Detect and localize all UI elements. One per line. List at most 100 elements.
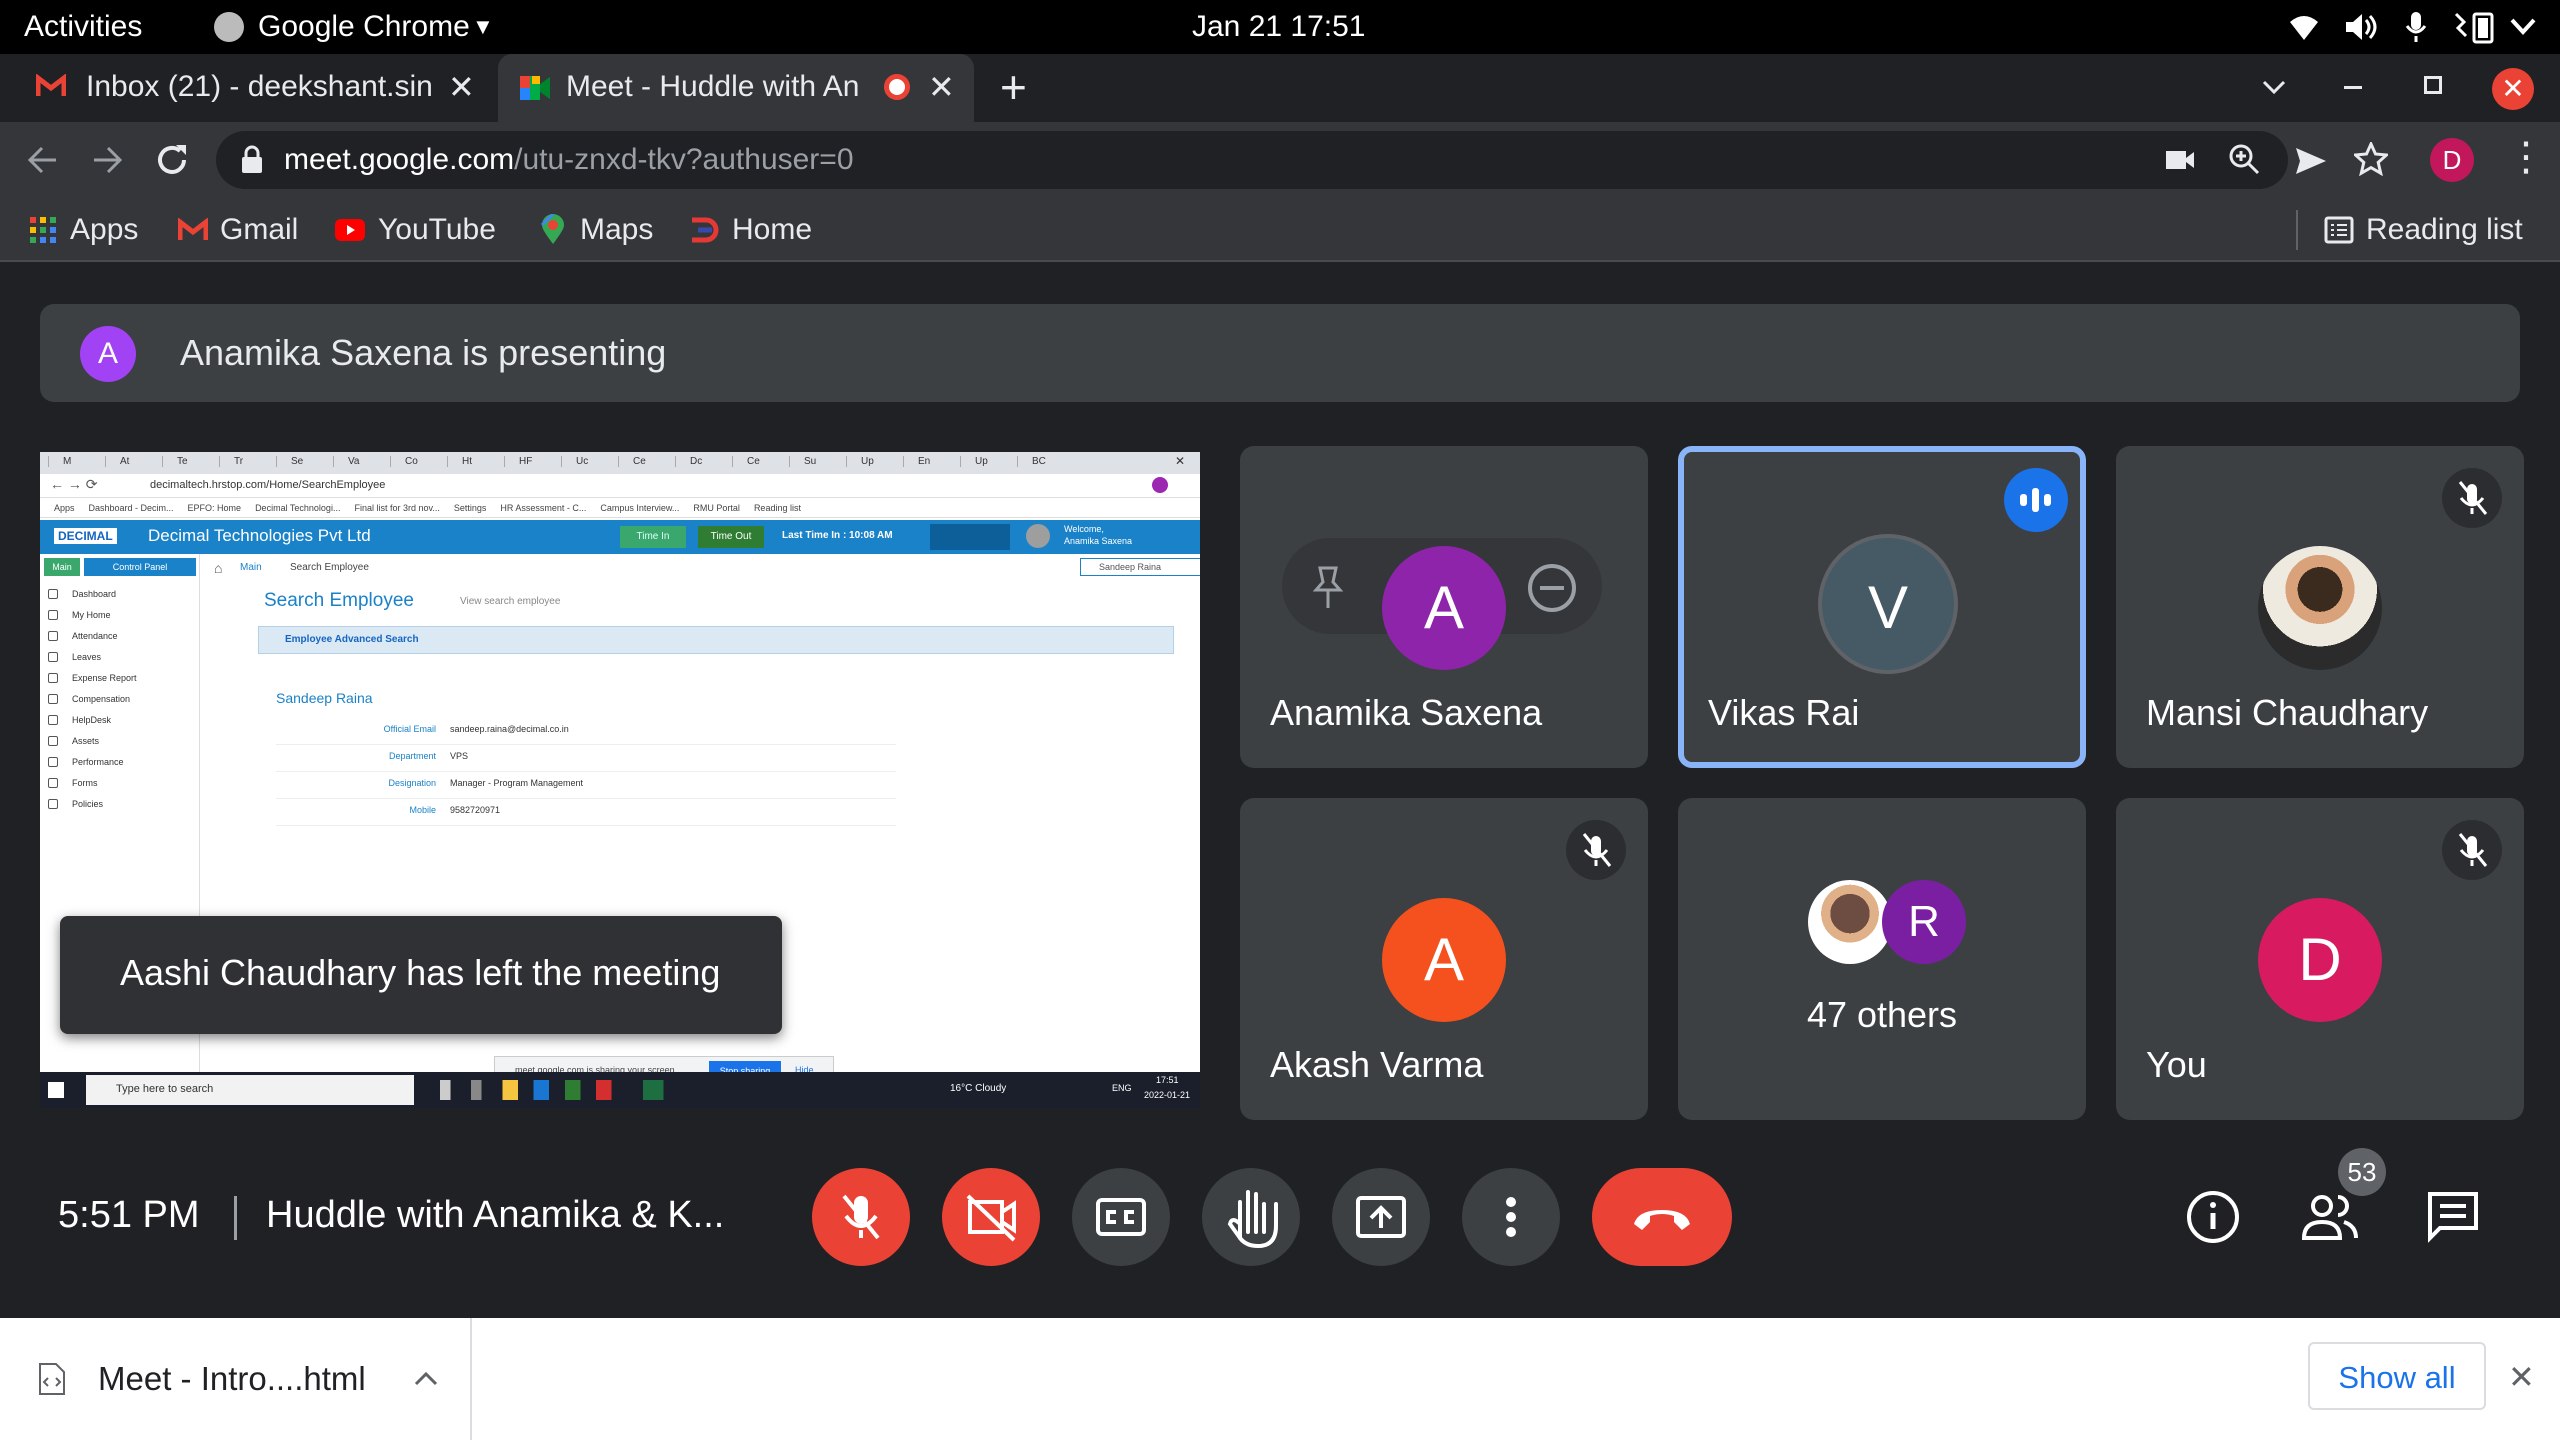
reading-list-button[interactable]: Reading list — [2324, 208, 2523, 252]
menu-item-icon — [48, 589, 58, 599]
presenting-banner: A Anamika Saxena is presenting — [40, 304, 2520, 402]
forward-icon[interactable] — [90, 144, 124, 176]
presentation-screen[interactable]: M At Te Tr Se Va Co Ht HF Uc Ce Dc Ce Su Up En Up BC ✕ ← … — [40, 452, 1200, 1108]
bookmark-label: Home — [732, 213, 813, 246]
participants-button[interactable] — [2298, 1186, 2362, 1246]
bookmark-gmail[interactable]: Gmail — [178, 208, 298, 252]
reading-list-icon — [2324, 216, 2354, 244]
employee-name: Sandeep Raina — [276, 690, 373, 706]
camera-icon[interactable] — [2164, 145, 2196, 175]
hrms-menu-item: Dashboard — [40, 584, 200, 605]
address-bar[interactable]: meet.google.com/utu-znxd-tkv?authuser=0 — [216, 131, 2288, 189]
hrms-menu-item: Compensation — [40, 689, 200, 710]
mic-toggle-button[interactable] — [812, 1168, 910, 1266]
hand-icon — [1227, 1190, 1278, 1249]
system-menu-icon[interactable] — [2508, 14, 2538, 38]
menu-item-label: My Home — [72, 610, 111, 620]
menu-item-label: Assets — [72, 736, 100, 746]
menu-item-icon — [48, 652, 58, 662]
muted-icon — [1566, 820, 1626, 880]
shared-tab: Up — [846, 456, 898, 467]
tab-search-icon[interactable] — [2262, 80, 2286, 96]
url-text[interactable]: meet.google.com/utu-znxd-tkv?authuser=0 — [284, 143, 854, 177]
participant-name: Mansi Chaudhary — [2146, 692, 2429, 733]
meeting-title[interactable]: Huddle with Anamika & K... — [266, 1194, 724, 1237]
reload-icon[interactable] — [154, 142, 190, 178]
shared-tab: En — [903, 456, 955, 467]
muted-icon — [2442, 820, 2502, 880]
hrms-menu-item: HelpDesk — [40, 710, 200, 731]
pin-icon[interactable] — [1308, 564, 1348, 612]
microphone-icon[interactable] — [2404, 10, 2428, 44]
participant-avatar: V — [1818, 534, 1958, 674]
maps-icon — [540, 214, 564, 244]
remove-icon[interactable] — [1526, 562, 1578, 614]
bookmark-youtube[interactable]: YouTube — [334, 208, 496, 252]
wifi-icon[interactable] — [2288, 12, 2320, 42]
shared-tab: Te — [162, 456, 214, 467]
shared-close-icon: ✕ — [1175, 454, 1186, 468]
participant-count-badge: 53 — [2338, 1148, 2386, 1196]
shared-tab: HF — [504, 456, 556, 467]
back-icon[interactable] — [26, 144, 60, 176]
participant-tile-akash[interactable]: A Akash Varma — [1240, 798, 1648, 1120]
zoom-icon[interactable] — [2228, 143, 2260, 177]
field-value: sandeep.raina@decimal.co.in — [450, 724, 569, 734]
restore-icon[interactable] — [2424, 76, 2442, 94]
app-menu[interactable]: Google Chrome — [258, 10, 470, 44]
menu-item-label: Policies — [72, 799, 104, 809]
toast-text: Aashi Chaudhary has left the meeting — [120, 952, 721, 993]
new-tab-button[interactable]: + — [1000, 60, 1027, 114]
tab-close-icon[interactable]: ✕ — [928, 68, 955, 106]
minimize-icon[interactable] — [2344, 86, 2362, 89]
bookmark-label: Gmail — [220, 213, 299, 246]
bookmark-apps[interactable]: Apps — [28, 208, 138, 252]
close-window-icon[interactable]: ✕ — [2492, 68, 2534, 110]
volume-icon[interactable] — [2344, 12, 2378, 42]
battery-icon[interactable] — [2450, 10, 2500, 44]
hang-up-icon — [1634, 1210, 1690, 1230]
chat-icon[interactable] — [2424, 1188, 2482, 1246]
others-count: 47 others — [1806, 994, 1958, 1035]
close-shelf-icon[interactable]: ✕ — [2508, 1358, 2535, 1396]
speaking-indicator-icon — [2004, 468, 2068, 532]
field-key: Official Email — [383, 724, 436, 734]
field-key: Designation — [388, 778, 436, 788]
leave-call-button[interactable] — [1592, 1168, 1732, 1266]
tab-close-icon[interactable]: ✕ — [448, 68, 475, 106]
raise-hand-button[interactable] — [1202, 1168, 1300, 1266]
bookmark-maps[interactable]: Maps — [538, 208, 653, 252]
profile-avatar[interactable]: D — [2430, 138, 2474, 182]
employee-field-row: Department VPS — [276, 745, 896, 772]
captions-button[interactable] — [1072, 1168, 1170, 1266]
shared-tab: Se — [276, 456, 328, 467]
participant-tile-you[interactable]: D You — [2116, 798, 2524, 1120]
url-host: meet.google.com — [284, 143, 515, 176]
hrms-menu-item: Expense Report — [40, 668, 200, 689]
time-out-button: Time Out — [698, 526, 764, 548]
shared-tab: Dc — [675, 456, 727, 467]
bookmark-home[interactable]: Home — [690, 208, 812, 252]
participant-tile-vikas[interactable]: V Vikas Rai — [1678, 446, 2086, 768]
tab-meet[interactable]: Meet - Huddle with An ✕ — [498, 54, 974, 122]
bookmark-star-icon[interactable] — [2354, 142, 2388, 176]
camera-toggle-button[interactable] — [942, 1168, 1040, 1266]
send-tab-icon[interactable] — [2294, 146, 2328, 176]
clock[interactable]: Jan 21 17:51 — [1192, 10, 1365, 44]
chevron-up-icon[interactable] — [414, 1370, 438, 1386]
hrms-menu-item: Policies — [40, 794, 200, 815]
download-item[interactable]: Meet - Intro....html — [0, 1318, 472, 1440]
activities-button[interactable]: Activities — [24, 10, 142, 44]
participant-tile-others[interactable]: R 47 others — [1678, 798, 2086, 1120]
tab-title: Meet - Huddle with An — [566, 70, 860, 103]
participant-avatar: A — [1382, 898, 1506, 1022]
tab-gmail[interactable]: Inbox (21) - deekshant.sin ✕ — [0, 54, 490, 122]
present-screen-button[interactable] — [1332, 1168, 1430, 1266]
participant-tile-mansi[interactable]: Mansi Chaudhary — [2116, 446, 2524, 768]
participant-tile-anamika[interactable]: A Anamika Saxena — [1240, 446, 1648, 768]
more-options-button[interactable] — [1462, 1168, 1560, 1266]
chrome-menu-icon[interactable]: ⋮ — [2506, 134, 2546, 180]
meeting-info-icon[interactable] — [2184, 1188, 2242, 1246]
show-all-button[interactable]: Show all — [2308, 1342, 2486, 1410]
hrms-menu-item: My Home — [40, 605, 200, 626]
